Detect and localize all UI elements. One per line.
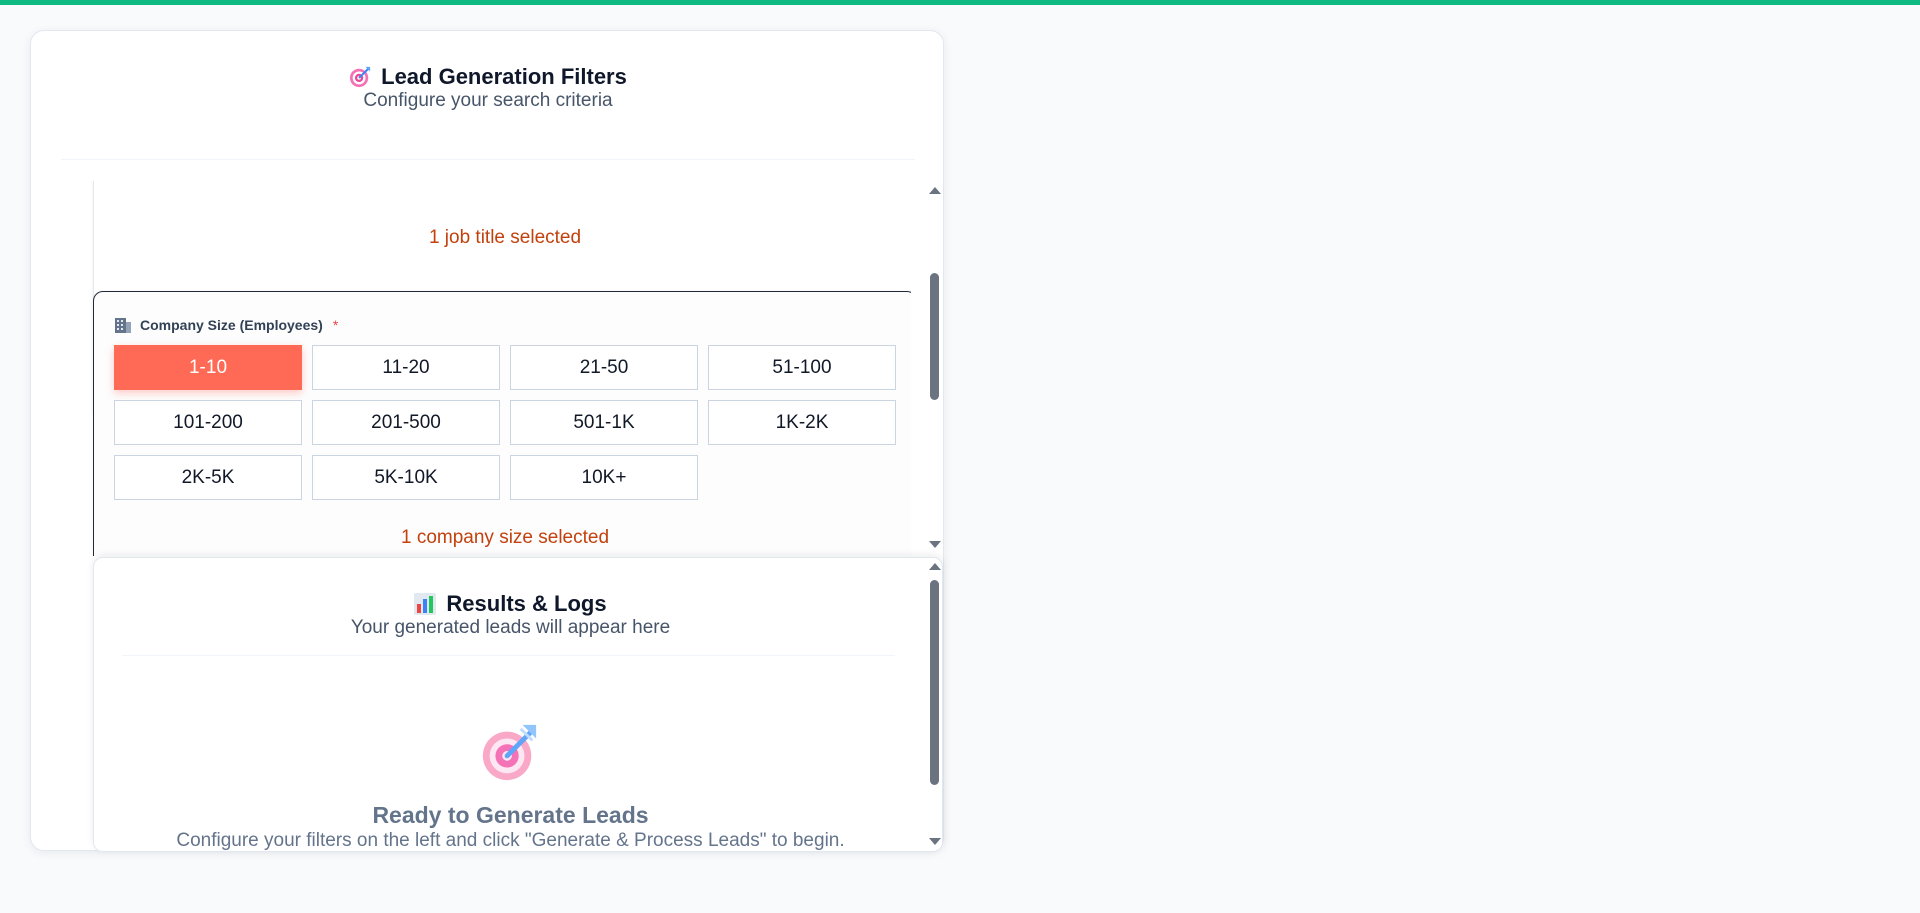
size-option-1-10[interactable]: 1-10 [114,345,302,390]
scroll-up-arrow[interactable] [929,187,941,194]
company-size-label: Company Size (Employees) [140,317,323,333]
filters-subtitle: Configure your search criteria [363,90,613,111]
filters-panel: Lead Generation Filters Configure your s… [30,30,944,854]
size-option-5k-10k[interactable]: 5K-10K [312,455,500,500]
results-title: Results & Logs [446,591,607,616]
building-icon [115,318,131,333]
filters-header: Lead Generation Filters Configure your s… [61,63,915,113]
empty-state-title: Ready to Generate Leads [372,802,649,828]
size-option-201-500[interactable]: 201-500 [312,400,500,445]
filters-scrollbar[interactable] [927,181,941,556]
company-size-card: Company Size (Employees) * 1-10 11-20 21-… [93,291,911,556]
results-panel: Results & Logs Your generated leads will… [93,557,943,852]
size-option-21-50[interactable]: 21-50 [510,345,698,390]
scroll-up-arrow[interactable] [929,563,941,570]
job-titles-selected-count: 1 job title selected [428,227,582,248]
size-option-101-200[interactable]: 101-200 [114,400,302,445]
size-option-1k-2k[interactable]: 1K-2K [708,400,896,445]
filters-scroll-area[interactable]: 1 job title selected Company Size (Emplo… [61,181,911,556]
results-subtitle: Your generated leads will appear here [350,617,671,638]
bar-chart-icon [414,593,437,615]
empty-state-text: Configure your filters on the left and c… [176,830,845,851]
scroll-down-arrow[interactable] [929,838,941,845]
size-option-11-20[interactable]: 11-20 [312,345,500,390]
size-option-10k-plus[interactable]: 10K+ [510,455,698,500]
scrollbar-thumb[interactable] [930,580,939,785]
size-option-2k-5k[interactable]: 2K-5K [114,455,302,500]
filters-title-row: Lead Generation Filters [61,63,915,90]
header-divider [61,159,915,160]
results-header: Results & Logs Your generated leads will… [94,590,927,640]
company-size-selected-count: 1 company size selected [400,527,610,548]
size-option-51-100[interactable]: 51-100 [708,345,896,390]
results-divider [122,655,895,656]
results-title-row: Results & Logs [94,590,927,617]
target-icon [350,66,371,88]
results-scrollbar[interactable] [927,556,941,854]
scrollbar-thumb[interactable] [930,273,939,400]
scroll-down-arrow[interactable] [929,541,941,548]
top-accent-bar [0,0,1920,5]
filters-title: Lead Generation Filters [381,64,627,89]
required-asterisk: * [332,317,339,333]
company-size-label-row: Company Size (Employees) * [114,316,338,334]
target-icon [482,724,537,781]
size-option-501-1k[interactable]: 501-1K [510,400,698,445]
